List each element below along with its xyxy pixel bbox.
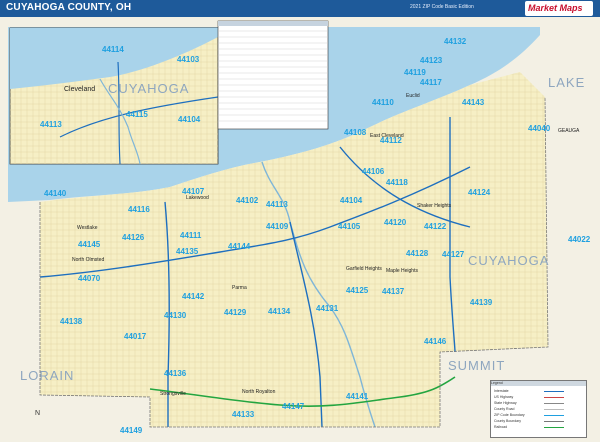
zip-code-map: LAKE CUYAHOGA CUYAHOGA LORAIN SUMMIT GEA… bbox=[0, 17, 600, 442]
zip-label: 44111 bbox=[180, 231, 202, 240]
brand-logo: Market Maps bbox=[525, 1, 593, 16]
zip-label: 44105 bbox=[338, 222, 361, 231]
zip-label: 44017 bbox=[124, 332, 147, 341]
region-summit: SUMMIT bbox=[448, 358, 505, 373]
zip-label: 44144 bbox=[228, 242, 251, 251]
zip-label: 44117 bbox=[420, 78, 442, 87]
region-geauga: GEAUGA bbox=[558, 128, 580, 134]
zip-label: 44130 bbox=[164, 311, 187, 320]
zip-label: 44134 bbox=[268, 307, 291, 316]
zip-label: 44113 bbox=[266, 200, 288, 209]
zip-label: 44124 bbox=[468, 188, 491, 197]
zip-label: 44141 bbox=[346, 392, 369, 401]
zip-label: 44114 bbox=[102, 45, 124, 54]
zip-label: 44040 bbox=[528, 124, 551, 133]
zip-label: 44147 bbox=[282, 402, 305, 411]
zip-label: 44106 bbox=[362, 167, 385, 176]
zip-label: 44108 bbox=[344, 128, 367, 137]
compass-north-label: N bbox=[35, 410, 41, 417]
zip-label: 44139 bbox=[470, 298, 493, 307]
zip-label: 44115 bbox=[126, 110, 148, 119]
zip-label: 44102 bbox=[236, 196, 259, 205]
zip-label: 44149 bbox=[120, 426, 143, 435]
zip-label: 44104 bbox=[178, 115, 201, 124]
zip-label: 44107 bbox=[182, 187, 205, 196]
compass-rose: N bbox=[35, 410, 40, 417]
city-parma: Parma bbox=[232, 285, 247, 291]
zip-label: 44146 bbox=[424, 337, 447, 346]
region-lake: LAKE bbox=[548, 75, 585, 90]
zip-label: 44122 bbox=[424, 222, 447, 231]
map-title-bar: CUYAHOGA COUNTY, OH 2021 ZIP Code Basic … bbox=[0, 0, 600, 17]
zip-label: 44135 bbox=[176, 247, 199, 256]
zip-label: 44127 bbox=[442, 250, 465, 259]
zip-label: 44118 bbox=[386, 178, 408, 187]
map-title: CUYAHOGA COUNTY, OH bbox=[6, 2, 132, 13]
zip-label: 44140 bbox=[44, 189, 67, 198]
zip-label: 44120 bbox=[384, 218, 407, 227]
region-lorain: LORAIN bbox=[20, 368, 74, 383]
city-cleveland: Cleveland bbox=[64, 86, 95, 93]
zip-label: 44126 bbox=[122, 233, 145, 242]
legend-row: US Highway bbox=[494, 395, 582, 399]
city-north-royalton: North Royalton bbox=[242, 389, 276, 395]
zip-label: 44070 bbox=[78, 274, 101, 283]
zip-label: 44142 bbox=[182, 292, 205, 301]
edition-label: 2021 ZIP Code Basic Edition bbox=[410, 4, 474, 10]
legend-row: Railroad bbox=[494, 425, 582, 429]
city-westlake: Westlake bbox=[77, 225, 98, 231]
zip-label: 44143 bbox=[462, 98, 485, 107]
zip-label: 44022 bbox=[568, 235, 591, 244]
zip-label: 44131 bbox=[316, 304, 339, 313]
zip-label: 44125 bbox=[346, 286, 369, 295]
zip-label: 44133 bbox=[232, 410, 255, 419]
map-legend: Legend Interstate US Highway State Highw… bbox=[490, 380, 587, 438]
legend-row: Interstate bbox=[494, 389, 582, 393]
city-north-olmsted: North Olmsted bbox=[72, 257, 104, 263]
zip-label: 44123 bbox=[420, 56, 443, 65]
zip-label: 44138 bbox=[60, 317, 83, 326]
zip-label: 44112 bbox=[380, 136, 402, 145]
zip-label: 44113 bbox=[40, 120, 62, 129]
city-strongsville: Strongsville bbox=[160, 391, 186, 397]
zip-label: 44132 bbox=[444, 37, 467, 46]
zip-label: 44103 bbox=[177, 55, 200, 64]
zip-label: 44104 bbox=[340, 196, 363, 205]
zip-label: 44129 bbox=[224, 308, 247, 317]
brand-name: Market Maps bbox=[528, 3, 583, 13]
zip-label: 44109 bbox=[266, 222, 289, 231]
legend-row: County Road bbox=[494, 407, 582, 411]
city-shaker-heights: Shaker Heights bbox=[417, 203, 452, 209]
region-cuyahoga: CUYAHOGA bbox=[468, 253, 549, 268]
zip-label: 44128 bbox=[406, 249, 429, 258]
legend-row: County Boundary bbox=[494, 419, 582, 423]
zip-label: 44119 bbox=[404, 68, 426, 77]
city-euclid: Euclid bbox=[406, 93, 420, 99]
zip-label: 44137 bbox=[382, 287, 405, 296]
city-garfield-heights: Garfield Heights bbox=[346, 266, 382, 272]
zip-label: 44110 bbox=[372, 98, 394, 107]
legend-row: ZIP Code Boundary bbox=[494, 413, 582, 417]
legend-row: State Highway bbox=[494, 401, 582, 405]
legend-title: Legend bbox=[491, 381, 586, 386]
city-maple-heights: Maple Heights bbox=[386, 268, 418, 274]
zip-label: 44136 bbox=[164, 369, 187, 378]
zip-table-inset bbox=[217, 20, 329, 130]
zip-label: 44116 bbox=[128, 205, 150, 214]
zip-label: 44145 bbox=[78, 240, 101, 249]
region-cuyahoga-inset: CUYAHOGA bbox=[108, 81, 189, 96]
